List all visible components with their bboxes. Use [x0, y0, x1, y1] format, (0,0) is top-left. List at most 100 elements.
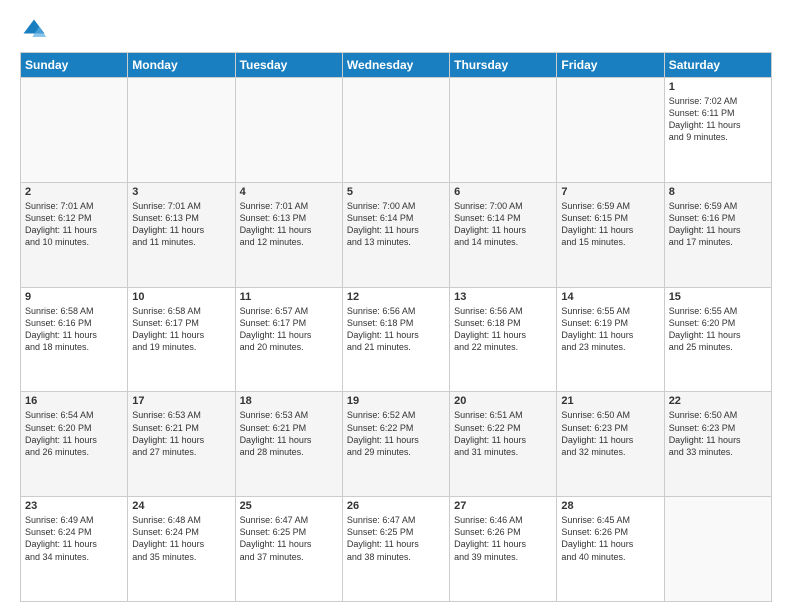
day-number: 25	[240, 500, 338, 512]
day-info: Sunrise: 7:01 AM Sunset: 6:13 PM Dayligh…	[240, 200, 338, 249]
calendar-cell: 16 Sunrise: 6:54 AM Sunset: 6:20 PM Dayli…	[21, 392, 128, 497]
calendar-cell	[342, 78, 449, 183]
day-info: Sunrise: 6:56 AM Sunset: 6:18 PM Dayligh…	[454, 305, 552, 354]
calendar-week-row: 9Sunrise: 6:58 AM Sunset: 6:16 PM Daylig…	[21, 287, 772, 392]
day-info: Sunrise: 6:52 AM Sunset: 6:22 PM Dayligh…	[347, 409, 445, 458]
day-header-tuesday: Tuesday	[235, 53, 342, 78]
day-number: 22	[669, 395, 767, 407]
calendar-cell: 27 Sunrise: 6:46 AM Sunset: 6:26 PM Dayli…	[450, 497, 557, 602]
day-number: 4	[240, 186, 338, 198]
calendar-cell	[557, 78, 664, 183]
calendar-cell: 10 Sunrise: 6:58 AM Sunset: 6:17 PM Dayli…	[128, 287, 235, 392]
header	[20, 16, 772, 44]
calendar-cell: 25 Sunrise: 6:47 AM Sunset: 6:25 PM Dayli…	[235, 497, 342, 602]
day-info: Sunrise: 7:01 AM Sunset: 6:13 PM Dayligh…	[132, 200, 230, 249]
day-info: Sunrise: 6:59 AM Sunset: 6:15 PM Dayligh…	[561, 200, 659, 249]
calendar-cell: 7 Sunrise: 6:59 AM Sunset: 6:15 PM Daylig…	[557, 182, 664, 287]
calendar-cell	[450, 78, 557, 183]
calendar-cell: 23 Sunrise: 6:49 AM Sunset: 6:24 PM Dayli…	[21, 497, 128, 602]
logo-icon	[20, 16, 48, 44]
day-number: 24	[132, 500, 230, 512]
calendar-week-row: 23 Sunrise: 6:49 AM Sunset: 6:24 PM Dayli…	[21, 497, 772, 602]
calendar-cell: 2 Sunrise: 7:01 AM Sunset: 6:12 PM Daylig…	[21, 182, 128, 287]
day-header-thursday: Thursday	[450, 53, 557, 78]
day-info: Sunrise: 6:51 AM Sunset: 6:22 PM Dayligh…	[454, 409, 552, 458]
day-number: 10	[132, 291, 230, 303]
calendar-cell	[664, 497, 771, 602]
day-number: 2	[25, 186, 123, 198]
calendar-cell: 20 Sunrise: 6:51 AM Sunset: 6:22 PM Dayli…	[450, 392, 557, 497]
day-info: Sunrise: 7:00 AM Sunset: 6:14 PM Dayligh…	[347, 200, 445, 249]
day-info: Sunrise: 6:48 AM Sunset: 6:24 PM Dayligh…	[132, 514, 230, 563]
calendar-cell	[21, 78, 128, 183]
calendar-cell: 6 Sunrise: 7:00 AM Sunset: 6:14 PM Daylig…	[450, 182, 557, 287]
day-info: Sunrise: 6:59 AM Sunset: 6:16 PM Dayligh…	[669, 200, 767, 249]
calendar-cell: 18 Sunrise: 6:53 AM Sunset: 6:21 PM Dayli…	[235, 392, 342, 497]
day-number: 6	[454, 186, 552, 198]
calendar-week-row: 2 Sunrise: 7:01 AM Sunset: 6:12 PM Daylig…	[21, 182, 772, 287]
day-info: Sunrise: 6:50 AM Sunset: 6:23 PM Dayligh…	[561, 409, 659, 458]
day-number: 12	[347, 291, 445, 303]
day-number: 14	[561, 291, 659, 303]
calendar-week-row: 1 Sunrise: 7:02 AM Sunset: 6:11 PM Daylig…	[21, 78, 772, 183]
day-info: Sunrise: 6:53 AM Sunset: 6:21 PM Dayligh…	[240, 409, 338, 458]
day-info: Sunrise: 6:55 AM Sunset: 6:20 PM Dayligh…	[669, 305, 767, 354]
calendar-cell: 8 Sunrise: 6:59 AM Sunset: 6:16 PM Daylig…	[664, 182, 771, 287]
calendar-cell: 9Sunrise: 6:58 AM Sunset: 6:16 PM Daylig…	[21, 287, 128, 392]
day-info: Sunrise: 7:02 AM Sunset: 6:11 PM Dayligh…	[669, 95, 767, 144]
day-info: Sunrise: 7:00 AM Sunset: 6:14 PM Dayligh…	[454, 200, 552, 249]
calendar-week-row: 16 Sunrise: 6:54 AM Sunset: 6:20 PM Dayli…	[21, 392, 772, 497]
day-header-wednesday: Wednesday	[342, 53, 449, 78]
calendar-cell: 1 Sunrise: 7:02 AM Sunset: 6:11 PM Daylig…	[664, 78, 771, 183]
day-number: 28	[561, 500, 659, 512]
calendar-cell: 3Sunrise: 7:01 AM Sunset: 6:13 PM Daylig…	[128, 182, 235, 287]
page: SundayMondayTuesdayWednesdayThursdayFrid…	[0, 0, 792, 612]
calendar-cell: 11Sunrise: 6:57 AM Sunset: 6:17 PM Dayli…	[235, 287, 342, 392]
day-info: Sunrise: 6:50 AM Sunset: 6:23 PM Dayligh…	[669, 409, 767, 458]
calendar-cell: 13 Sunrise: 6:56 AM Sunset: 6:18 PM Dayli…	[450, 287, 557, 392]
calendar-cell: 4 Sunrise: 7:01 AM Sunset: 6:13 PM Daylig…	[235, 182, 342, 287]
day-number: 13	[454, 291, 552, 303]
day-info: Sunrise: 6:54 AM Sunset: 6:20 PM Dayligh…	[25, 409, 123, 458]
day-info: Sunrise: 6:46 AM Sunset: 6:26 PM Dayligh…	[454, 514, 552, 563]
calendar-cell: 21Sunrise: 6:50 AM Sunset: 6:23 PM Dayli…	[557, 392, 664, 497]
day-info: Sunrise: 6:49 AM Sunset: 6:24 PM Dayligh…	[25, 514, 123, 563]
calendar-cell	[128, 78, 235, 183]
day-info: Sunrise: 6:53 AM Sunset: 6:21 PM Dayligh…	[132, 409, 230, 458]
calendar-header-row: SundayMondayTuesdayWednesdayThursdayFrid…	[21, 53, 772, 78]
calendar-cell: 22 Sunrise: 6:50 AM Sunset: 6:23 PM Dayli…	[664, 392, 771, 497]
calendar-cell: 15 Sunrise: 6:55 AM Sunset: 6:20 PM Dayli…	[664, 287, 771, 392]
day-number: 16	[25, 395, 123, 407]
day-info: Sunrise: 6:55 AM Sunset: 6:19 PM Dayligh…	[561, 305, 659, 354]
logo	[20, 16, 52, 44]
day-number: 26	[347, 500, 445, 512]
day-header-monday: Monday	[128, 53, 235, 78]
day-info: Sunrise: 7:01 AM Sunset: 6:12 PM Dayligh…	[25, 200, 123, 249]
calendar-cell: 5Sunrise: 7:00 AM Sunset: 6:14 PM Daylig…	[342, 182, 449, 287]
day-info: Sunrise: 6:57 AM Sunset: 6:17 PM Dayligh…	[240, 305, 338, 354]
day-info: Sunrise: 6:47 AM Sunset: 6:25 PM Dayligh…	[240, 514, 338, 563]
calendar-cell: 24 Sunrise: 6:48 AM Sunset: 6:24 PM Dayli…	[128, 497, 235, 602]
day-info: Sunrise: 6:45 AM Sunset: 6:26 PM Dayligh…	[561, 514, 659, 563]
day-info: Sunrise: 6:47 AM Sunset: 6:25 PM Dayligh…	[347, 514, 445, 563]
calendar-cell: 17Sunrise: 6:53 AM Sunset: 6:21 PM Dayli…	[128, 392, 235, 497]
day-header-sunday: Sunday	[21, 53, 128, 78]
day-number: 18	[240, 395, 338, 407]
calendar-table: SundayMondayTuesdayWednesdayThursdayFrid…	[20, 52, 772, 602]
day-header-saturday: Saturday	[664, 53, 771, 78]
calendar-cell: 28 Sunrise: 6:45 AM Sunset: 6:26 PM Dayli…	[557, 497, 664, 602]
day-number: 8	[669, 186, 767, 198]
calendar-cell	[235, 78, 342, 183]
calendar-cell: 14 Sunrise: 6:55 AM Sunset: 6:19 PM Dayli…	[557, 287, 664, 392]
day-number: 27	[454, 500, 552, 512]
day-number: 15	[669, 291, 767, 303]
day-info: Sunrise: 6:58 AM Sunset: 6:17 PM Dayligh…	[132, 305, 230, 354]
day-number: 7	[561, 186, 659, 198]
day-header-friday: Friday	[557, 53, 664, 78]
day-number: 1	[669, 81, 767, 93]
day-number: 19	[347, 395, 445, 407]
day-number: 20	[454, 395, 552, 407]
day-number: 23	[25, 500, 123, 512]
day-info: Sunrise: 6:58 AM Sunset: 6:16 PM Dayligh…	[25, 305, 123, 354]
calendar-cell: 26 Sunrise: 6:47 AM Sunset: 6:25 PM Dayli…	[342, 497, 449, 602]
